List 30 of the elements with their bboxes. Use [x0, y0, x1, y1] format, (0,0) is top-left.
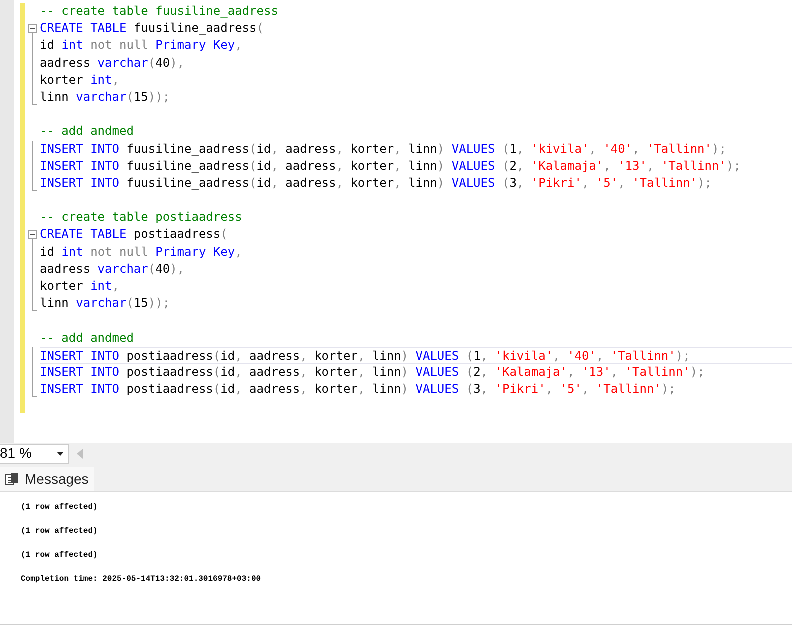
code-line: korter int,	[40, 278, 120, 295]
code-line: id int not null Primary Key,	[40, 244, 244, 261]
code-line: INSERT INTO postiaadress(id, aadress, korter, linn) VALUES (1, 'kivila', '40', 'Tallinn');	[40, 346, 792, 364]
code-line: linn varchar(15));	[40, 295, 172, 312]
message-text: (1 row affected)	[21, 551, 99, 561]
collapse-icon[interactable]	[28, 24, 37, 34]
code-line: aadress varchar(40),	[40, 54, 186, 72]
code-line: -- create table fuusiline_aadress	[40, 3, 280, 20]
code-line: INSERT INTO fuusiline_aadress(id, aadress, korter, linn) VALUES (3, 'Pikri', '5', 'Tallinn');	[40, 174, 714, 192]
code-line: linn varchar(15));	[40, 88, 172, 106]
collapse-icon[interactable]	[28, 230, 37, 240]
code-line: -- add andmed	[40, 123, 135, 140]
message-text: (1 row affected)	[21, 503, 99, 513]
code-line: -- add andmed	[40, 330, 135, 347]
document-icon	[5, 472, 19, 486]
code-line: INSERT INTO postiaadress(id, aadress, korter, linn) VALUES (3, 'Pikri', '5', 'Tallinn');	[40, 381, 677, 398]
code-line: -- create table postiaadress	[40, 209, 244, 226]
code-line: id int not null Primary Key,	[40, 37, 244, 54]
caret-down-icon	[57, 452, 64, 456]
message-text: (1 row affected)	[21, 527, 99, 537]
messages-tab[interactable]: Messages	[0, 467, 94, 491]
code-line: INSERT INTO fuusiline_aadress(id, aadress, korter, linn) VALUES (2, 'Kalamaja', '13', 'Tallinn');	[40, 158, 742, 175]
code-line: aadress varchar(40),	[40, 260, 186, 278]
code-line: INSERT INTO postiaadress(id, aadress, korter, linn) VALUES (2, 'Kalamaja', '13', 'Tallinn');	[40, 364, 706, 381]
code-line: CREATE TABLE fuusiline_aadress(	[40, 20, 265, 38]
message-text: Completion time: 2025-05-14T13:32:01.3016978+03:00	[21, 575, 262, 585]
code-line: CREATE TABLE postiaadress(	[40, 226, 229, 244]
code-line: korter int,	[40, 72, 120, 89]
zoom-dropdown[interactable]: 81 %	[0, 444, 69, 464]
code-line: INSERT INTO fuusiline_aadress(id, aadress, korter, linn) VALUES (1, 'kivila', '40', 'Tallinn');	[40, 140, 728, 158]
